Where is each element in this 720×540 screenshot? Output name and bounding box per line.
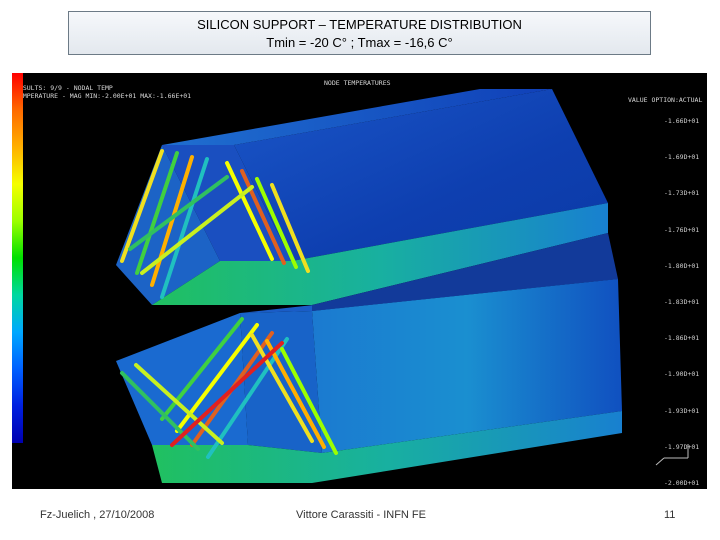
temperature-colorbar: [12, 73, 23, 443]
colorbar-label: -1.97D+01: [664, 442, 700, 451]
colorbar-label: -1.73D+01: [664, 189, 700, 198]
colorbar-label: -1.69D+01: [664, 153, 700, 162]
colorbar-label: -1.93D+01: [664, 406, 700, 415]
colorbar-label: -2.00D+01: [664, 479, 700, 487]
footer-author: Vittore Carassiti - INFN FE: [296, 509, 426, 521]
colorbar-label: -1.86D+01: [664, 334, 700, 343]
colorbar-labels: -1.66D+01 -1.69D+01 -1.73D+01 -1.76D+01 -1.8…: [664, 117, 707, 487]
node-temperatures-label: NODE TEMPERATURES: [324, 79, 391, 87]
value-option-label: VALUE OPTION:ACTUAL: [628, 96, 703, 104]
footer-location-date: Fz-Juelich , 27/10/2008: [40, 509, 155, 521]
results-header: RESULTS: 9/9 - NODAL TEMP: [15, 84, 113, 92]
title-line-2: Tmin = -20 C° ; Tmax = -16,6 C°: [266, 35, 453, 50]
temperature-minmax: TEMPERATURE - MAG MIN:-2.00E+01 MAX:-1.6…: [15, 92, 192, 100]
colorbar-label: -1.76D+01: [664, 225, 700, 234]
colorbar-label: -1.80D+01: [664, 261, 700, 270]
fem-viewport: RESULTS: 9/9 - NODAL TEMP TEMPERATURE - …: [12, 73, 707, 489]
fem-model-render: [116, 89, 689, 483]
colorbar-label: -1.90D+01: [664, 370, 700, 379]
lower-support-box: [116, 279, 622, 483]
colorbar-label: -1.66D+01: [664, 117, 700, 125]
slide-number: 11: [664, 509, 676, 521]
title-line-1: SILICON SUPPORT – TEMPERATURE DISTRIBUTI…: [197, 17, 522, 32]
colorbar-label: -1.83D+01: [664, 298, 700, 306]
slide-title: SILICON SUPPORT – TEMPERATURE DISTRIBUTI…: [68, 11, 651, 55]
